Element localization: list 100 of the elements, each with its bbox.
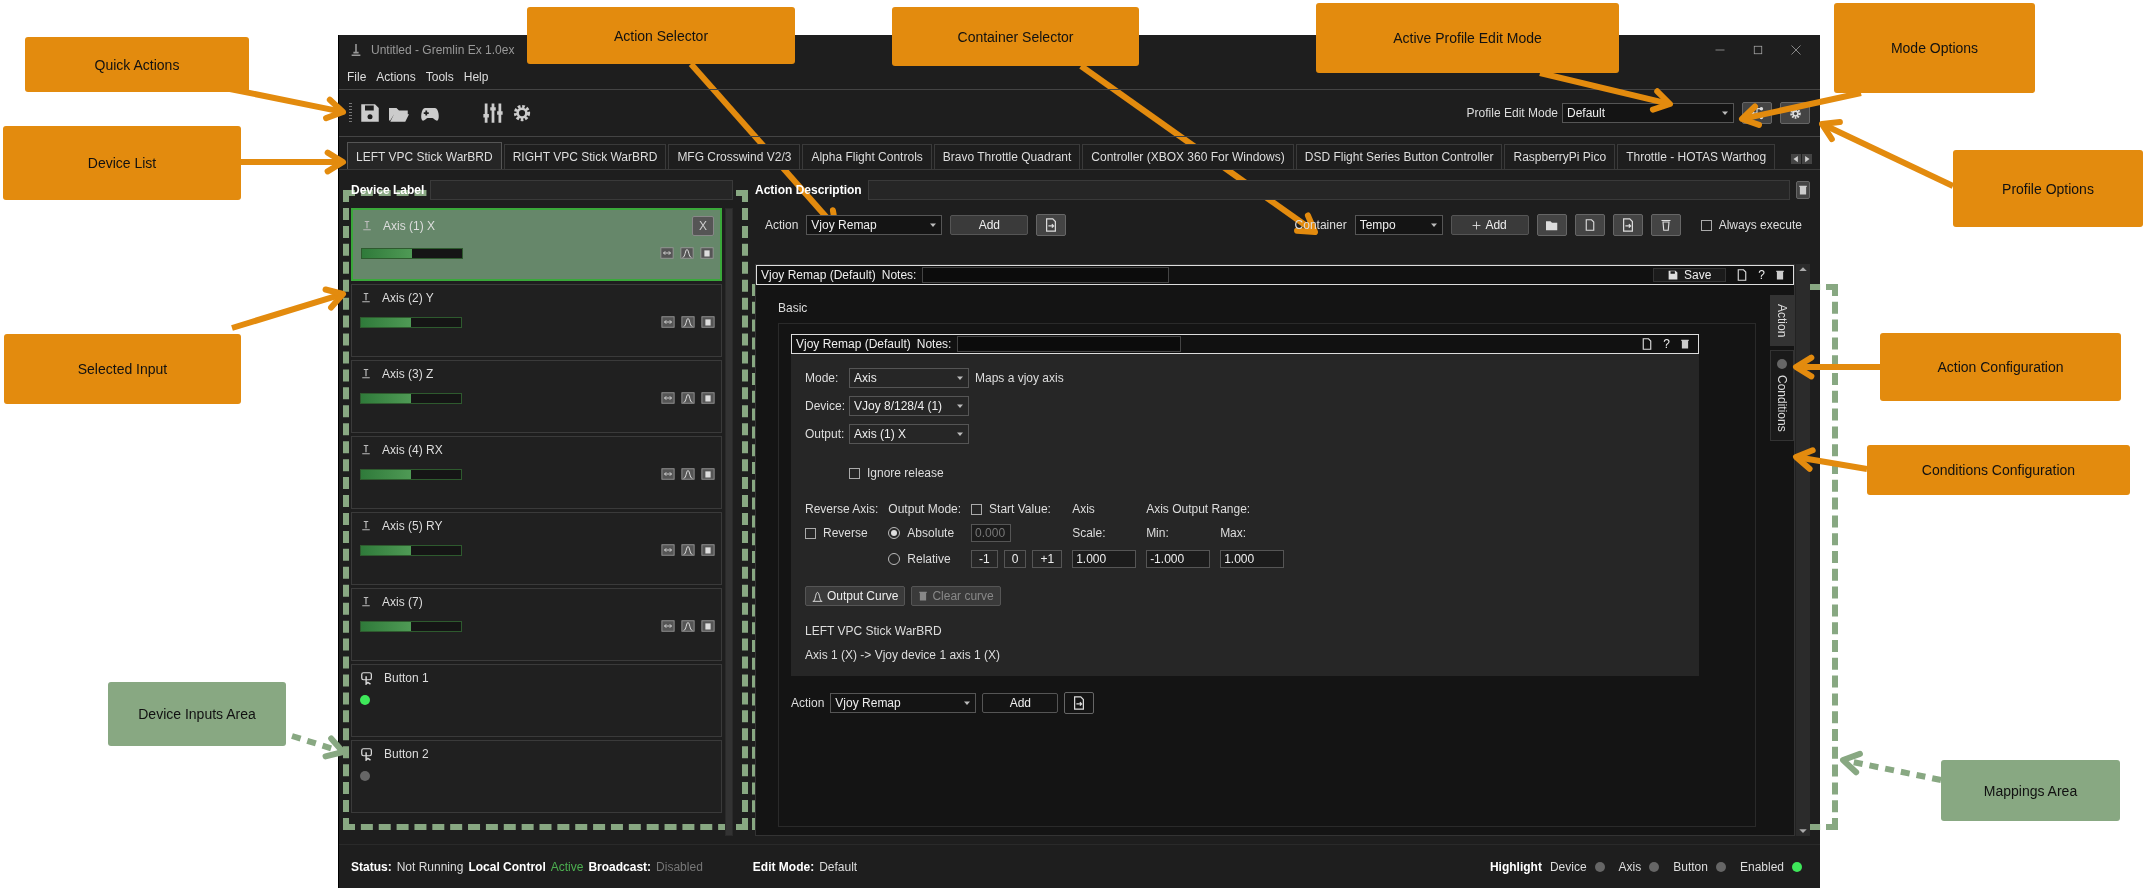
input-card[interactable]: Axis (2) Y xyxy=(351,284,722,357)
option-dropdown[interactable]: VJoy 8/128/4 (1) xyxy=(849,396,969,416)
action-dropdown[interactable]: Vjoy Remap xyxy=(806,215,943,235)
action-description-field[interactable] xyxy=(867,180,1790,200)
menu-item[interactable]: File xyxy=(347,70,367,84)
caret-icon xyxy=(956,374,964,382)
close-icon xyxy=(1790,44,1802,56)
device-tab[interactable]: Bravo Throttle Quadrant xyxy=(933,144,1081,169)
radio-label: Absolute xyxy=(907,526,955,540)
summary-text: LEFT VPC Stick WarBRD xyxy=(805,624,943,638)
field-label: Max: xyxy=(1220,526,1248,540)
option-dropdown[interactable]: Axis (1) X xyxy=(849,424,969,444)
delete-button[interactable] xyxy=(1650,214,1681,236)
container-dropdown[interactable]: Tempo xyxy=(1354,215,1443,235)
input-card[interactable]: Axis (5) RY xyxy=(351,512,722,585)
open-button[interactable] xyxy=(1536,214,1567,236)
callout-label: Active Profile Edit Mode xyxy=(1316,3,1619,73)
hint-text: Maps a vjoy axis xyxy=(975,371,1064,385)
device-label-field[interactable] xyxy=(430,180,733,200)
callout-label: Mode Options xyxy=(1834,3,2035,93)
menu-item[interactable]: Tools xyxy=(425,70,454,84)
status-value: Not Running xyxy=(396,859,464,874)
profile-edit-mode-label: Profile Edit Mode xyxy=(1466,106,1558,120)
hand-button-icon xyxy=(360,671,374,685)
status-dot-icon xyxy=(1777,359,1787,370)
device-tab[interactable]: LEFT VPC Stick WarBRD xyxy=(347,142,502,169)
step-button[interactable]: 0 xyxy=(1003,550,1027,568)
device-tab[interactable]: Controller (XBOX 360 For Windows) xyxy=(1082,144,1294,169)
highlight-dot[interactable] xyxy=(1715,861,1726,872)
document-icon xyxy=(1583,219,1596,231)
profile-edit-mode-dropdown[interactable]: Default xyxy=(1562,103,1734,123)
delete-button[interactable] xyxy=(1796,181,1810,199)
checkbox[interactable] xyxy=(805,527,816,539)
action-title: Vjoy Remap (Default) xyxy=(761,268,876,282)
add-button[interactable]: Add xyxy=(982,693,1059,713)
device-tab[interactable]: Throttle - HOTAS Warthog xyxy=(1617,144,1776,169)
notes-field[interactable] xyxy=(957,336,1182,352)
caret-icon xyxy=(956,402,964,410)
device-tab[interactable]: RaspberryPi Pico xyxy=(1504,144,1616,169)
notes-label: Notes: xyxy=(916,337,952,351)
paste-button[interactable] xyxy=(1036,214,1067,236)
grip-icon xyxy=(349,103,352,123)
max-field[interactable]: 1.000 xyxy=(1220,550,1285,568)
scrollbar[interactable] xyxy=(1795,264,1810,836)
scale-field[interactable]: 1.000 xyxy=(1072,550,1137,568)
paste-button[interactable] xyxy=(1612,214,1643,236)
highlight-dot[interactable] xyxy=(1649,861,1660,872)
device-tab[interactable]: DSD Flight Series Button Controller xyxy=(1295,144,1503,169)
status-value: Default xyxy=(819,859,858,874)
input-card[interactable]: Axis (4) RX xyxy=(351,436,722,509)
trash-icon xyxy=(700,246,714,260)
callout-label: Quick Actions xyxy=(25,37,249,92)
callout-label: Container Selector xyxy=(892,7,1139,66)
highlight-dot[interactable] xyxy=(1792,861,1802,872)
action-title: Vjoy Remap (Default) xyxy=(796,337,911,351)
callout-label: Profile Options xyxy=(1953,150,2143,227)
add-button[interactable]: Add xyxy=(950,215,1029,235)
notes-field[interactable] xyxy=(922,267,1170,283)
action-label: Action xyxy=(791,696,825,710)
range-icon xyxy=(661,391,675,405)
input-card[interactable]: Axis (1) X X xyxy=(351,208,722,281)
new-button[interactable] xyxy=(1574,214,1605,236)
field-label: Scale: xyxy=(1072,526,1107,540)
min-field[interactable]: -1.000 xyxy=(1146,550,1211,568)
status-label: Local Control xyxy=(468,859,546,874)
input-label: Button 2 xyxy=(384,747,429,761)
action-dropdown[interactable]: Vjoy Remap xyxy=(830,693,977,713)
menu-item[interactable]: Actions xyxy=(376,70,416,84)
joystick-icon xyxy=(360,520,372,532)
input-card[interactable]: Axis (7) xyxy=(351,588,722,661)
step-button[interactable]: -1 xyxy=(971,550,998,568)
input-card[interactable]: Button 1 xyxy=(351,664,722,737)
step-button[interactable]: +1 xyxy=(1032,550,1063,568)
input-label: Axis (1) X xyxy=(383,219,435,233)
checkbox[interactable] xyxy=(849,467,860,479)
highlight-dot[interactable] xyxy=(1594,861,1605,872)
paste-button[interactable] xyxy=(1064,692,1095,714)
scrollbar[interactable] xyxy=(725,208,733,836)
add-button[interactable]: Add xyxy=(1450,215,1529,235)
action-label: Action xyxy=(765,218,799,232)
range-icon xyxy=(660,246,674,260)
hand-button-icon xyxy=(360,747,374,761)
help-button[interactable]: ? xyxy=(1663,337,1670,351)
device-tab[interactable]: MFG Crosswind V2/3 xyxy=(668,144,801,169)
checkbox[interactable] xyxy=(1700,219,1712,231)
input-card[interactable]: Button 2 xyxy=(351,740,722,813)
save-button[interactable]: Save xyxy=(1652,268,1727,282)
output-curve-button[interactable]: Output Curve xyxy=(805,586,906,606)
device-tab[interactable]: Alpha Flight Controls xyxy=(802,144,932,169)
help-button[interactable]: ? xyxy=(1758,268,1765,282)
side-tab[interactable]: Conditions xyxy=(1770,350,1794,442)
clear-button[interactable]: X xyxy=(692,216,714,236)
column-heading: Axis xyxy=(1072,502,1096,516)
trash-icon xyxy=(1775,270,1785,280)
menu-item[interactable]: Help xyxy=(463,70,489,84)
device-tab[interactable]: RIGHT VPC Stick WarBRD xyxy=(503,144,667,169)
input-card[interactable]: Axis (3) Z xyxy=(351,360,722,433)
side-tab[interactable]: Action xyxy=(1770,295,1794,347)
checkbox-label: Reverse xyxy=(823,526,868,540)
option-dropdown[interactable]: Axis xyxy=(849,368,969,388)
